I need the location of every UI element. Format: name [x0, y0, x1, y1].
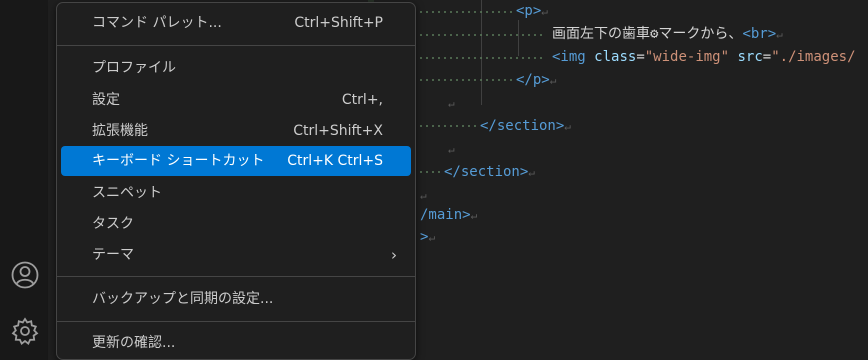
code-token: class [594, 49, 637, 65]
manage-context-menu: コマンド パレット... Ctrl+Shift+P プロファイル 設定 Ctrl… [56, 2, 416, 360]
menu-item-shortcut: Ctrl+, [341, 92, 383, 108]
code-line: <p>↵ [516, 0, 548, 23]
code-line: </p>↵ [516, 69, 556, 92]
code-line: /main>↵ [420, 204, 477, 227]
code-token: = [636, 49, 645, 65]
menu-item-shortcut: Ctrl+Shift+P [294, 15, 383, 31]
indent-guide [481, 0, 482, 105]
activity-bar [0, 0, 48, 360]
code-token: "wide-img" [644, 49, 730, 65]
menu-item-profiles[interactable]: プロファイル [61, 53, 411, 83]
menu-item-shortcut: Ctrl+Shift+X [293, 123, 383, 139]
menu-separator [57, 45, 415, 46]
code-token: /main> [420, 207, 471, 223]
menu-item-tasks[interactable]: タスク [61, 209, 411, 239]
code-line: ↵ [448, 138, 455, 161]
code-token: <br> [742, 26, 777, 42]
code-line: </section>↵ [480, 115, 571, 138]
code-token: 画面左下の歯車⚙マークから、 [552, 26, 743, 42]
code-line: </section>↵ [444, 161, 535, 184]
menu-item-label: テーマ [92, 247, 134, 263]
menu-item-extensions[interactable]: 拡張機能 Ctrl+Shift+X [61, 116, 411, 146]
menu-item-label: スニペット [92, 185, 162, 201]
code-line: ↵ [448, 92, 455, 115]
code-token: </section> [480, 118, 565, 134]
line-break-icon: ↵ [541, 5, 548, 18]
menu-item-settings[interactable]: 設定 Ctrl+, [61, 85, 411, 115]
menu-separator [57, 321, 415, 322]
chevron-right-icon: › [391, 246, 397, 264]
line-break-icon: ↵ [420, 189, 427, 202]
line-break-icon: ↵ [564, 120, 571, 133]
menu-item-label: バックアップと同期の設定... [92, 291, 274, 307]
menu-item-label: 設定 [92, 92, 120, 108]
menu-item-label: タスク [92, 216, 134, 232]
code-token: "./images/ [771, 49, 856, 65]
menu-item-shortcut: Ctrl+K Ctrl+S [287, 153, 383, 169]
account-icon[interactable] [10, 260, 40, 290]
code-token: <p> [516, 3, 542, 19]
menu-item-check-updates[interactable]: 更新の確認... [61, 328, 411, 358]
code-token: </section> [444, 164, 529, 180]
line-break-icon: ↵ [448, 143, 455, 156]
code-token: </p> [516, 72, 550, 88]
line-break-icon: ↵ [549, 74, 557, 87]
menu-item-label: 拡張機能 [92, 123, 148, 139]
menu-item-label: コマンド パレット... [92, 15, 222, 31]
menu-item-command-palette[interactable]: コマンド パレット... Ctrl+Shift+P [61, 8, 411, 38]
menu-item-label: キーボード ショートカット [92, 153, 265, 169]
line-break-icon: ↵ [470, 209, 478, 222]
menu-item-backup-sync[interactable]: バックアップと同期の設定... [61, 284, 411, 314]
code-token: = [762, 49, 772, 65]
manage-gear-icon[interactable] [10, 316, 40, 346]
menu-item-label: 更新の確認... [92, 335, 176, 351]
code-token: src [737, 49, 763, 65]
code-token: <img [552, 49, 595, 65]
menu-separator [57, 276, 415, 277]
code-line: <img class="wide-img" src="./images/ [552, 46, 856, 69]
indent-guide [518, 20, 519, 56]
menu-item-keyboard-shortcuts[interactable]: キーボード ショートカット Ctrl+K Ctrl+S [61, 146, 411, 176]
line-break-icon: ↵ [428, 231, 436, 244]
menu-item-themes[interactable]: テーマ › [61, 240, 411, 270]
line-break-icon: ↵ [776, 28, 783, 41]
code-line: 画面左下の歯車⚙マークから、<br>↵ [552, 23, 783, 46]
line-break-icon: ↵ [448, 97, 455, 110]
menu-item-label: プロファイル [92, 60, 176, 76]
line-break-icon: ↵ [528, 166, 535, 179]
menu-item-snippets[interactable]: スニペット [61, 178, 411, 208]
code-line: >↵ [420, 226, 435, 249]
